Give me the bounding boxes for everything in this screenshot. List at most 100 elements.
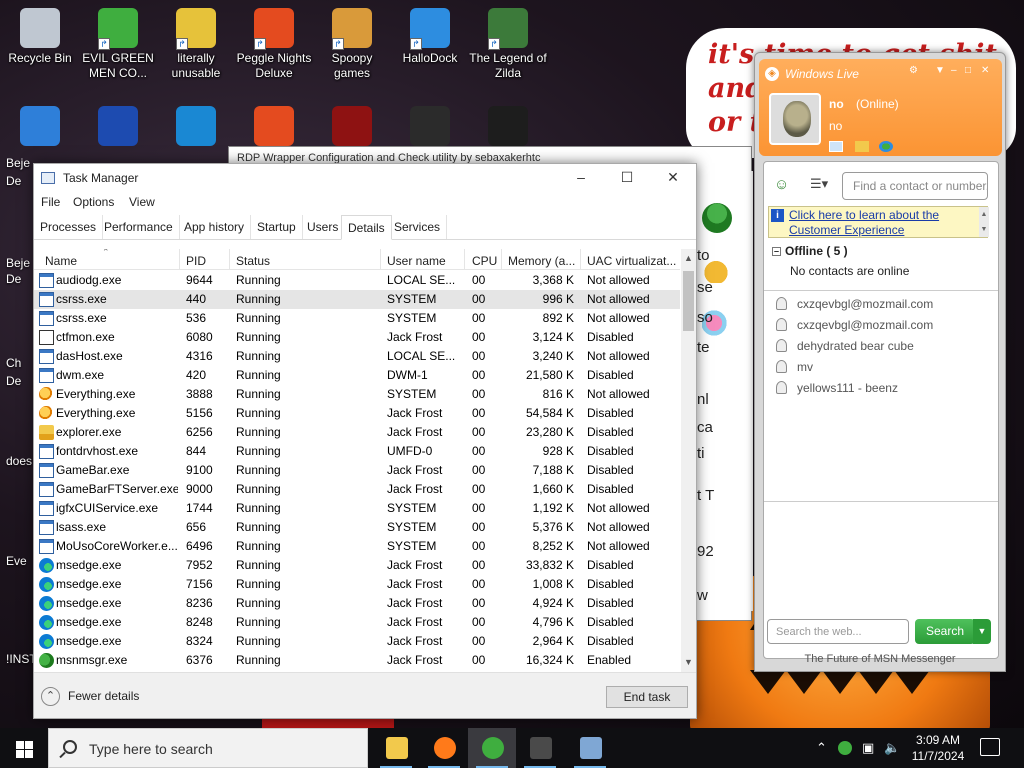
col-uac[interactable]: UAC virtualizat... [587, 254, 679, 268]
tab-processes[interactable]: Processes [34, 215, 104, 239]
table-row[interactable]: Everything.exe 3888 Running SYSTEM 00 816 K No… [34, 385, 680, 404]
close-button[interactable]: ✕ [981, 65, 989, 76]
col-pid[interactable]: PID [186, 254, 206, 268]
chevron-up-icon[interactable]: ⌃ [41, 687, 60, 706]
online-status[interactable]: (Online) [856, 97, 899, 111]
personal-message[interactable]: no [829, 119, 842, 133]
contact-item[interactable]: yellows111 - beenz [776, 381, 898, 395]
msn-messenger-window[interactable]: ◈ Windows Live ⚙ ▼ – □ ✕ no (Online) no … [754, 52, 1006, 672]
table-row[interactable]: audiodg.exe 9644 Running LOCAL SE... 00 3,368… [34, 271, 680, 290]
menu-file[interactable]: File [41, 195, 60, 209]
table-row[interactable]: msedge.exe 8324 Running Jack Frost 00 2,964 K… [34, 632, 680, 651]
table-row[interactable]: msedge.exe 7156 Running Jack Frost 00 1,008 K… [34, 575, 680, 594]
tab-performance[interactable]: Performance [98, 215, 180, 239]
volume-icon[interactable]: 🔈 [884, 740, 900, 756]
table-row[interactable]: GameBarFTServer.exe 9000 Running Jack Frost… [34, 480, 680, 499]
msn-today-icon[interactable] [879, 141, 893, 152]
minimize-button[interactable]: – [558, 164, 604, 191]
clock[interactable]: 3:09 AM 11/7/2024 [906, 732, 970, 764]
desktop-icon[interactable] [78, 106, 158, 149]
end-task-button[interactable]: End task [606, 686, 688, 708]
display-name[interactable]: no [829, 97, 844, 111]
menu-options[interactable]: Options [73, 195, 114, 209]
offline-group-header[interactable]: – Offline ( 5 ) [772, 244, 848, 258]
taskbar-app[interactable] [566, 728, 614, 768]
taskbar-app[interactable] [468, 728, 516, 768]
desktop-icon[interactable] [390, 106, 470, 149]
tab-details[interactable]: Details [341, 215, 392, 240]
collapse-icon[interactable]: – [772, 247, 781, 256]
desktop-icon[interactable]: ↱ HalloDock [390, 8, 470, 66]
mail-icon[interactable] [829, 141, 843, 152]
notification-icon[interactable] [980, 738, 1000, 756]
table-row[interactable]: ctfmon.exe 6080 Running Jack Frost 00 3,124 K… [34, 328, 680, 347]
scrollbar-thumb[interactable] [683, 271, 694, 331]
taskbar-app[interactable] [372, 728, 420, 768]
table-row[interactable]: dasHost.exe 4316 Running LOCAL SE... 00 3,240… [34, 347, 680, 366]
banner-scroll[interactable]: ▲ ▼ [979, 207, 989, 237]
table-row[interactable]: GameBar.exe 9100 Running Jack Frost 00 7,188 … [34, 461, 680, 480]
taskbar-app[interactable] [420, 728, 468, 768]
tab-app-history[interactable]: App history [178, 215, 252, 239]
tab-startup[interactable]: Startup [251, 215, 303, 239]
msn-tray-icon[interactable] [838, 741, 852, 755]
minimize-button[interactable]: – [951, 65, 957, 76]
desktop-icon[interactable]: ↱ EVIL GREEN MEN CO... [78, 8, 158, 81]
table-scrollbar[interactable]: ▲ ▼ [681, 249, 696, 673]
table-row[interactable]: csrss.exe 440 Running SYSTEM 00 996 K Not allo… [34, 290, 680, 309]
contact-item[interactable]: cxzqevbgl@mozmail.com [776, 297, 933, 311]
table-row[interactable]: fontdrvhost.exe 844 Running UMFD-0 00 928 K Di… [34, 442, 680, 461]
network-icon[interactable]: ▣ [862, 740, 874, 756]
search-dropdown-icon[interactable]: ▼ [973, 619, 991, 644]
tab-services[interactable]: Services [388, 215, 448, 239]
menu-view[interactable]: View [129, 195, 155, 209]
table-row[interactable]: msedge.exe 8236 Running Jack Frost 00 4,924 K… [34, 594, 680, 613]
desktop-icon[interactable]: ↱ Peggle Nights Deluxe [234, 8, 314, 81]
desktop-icon[interactable] [0, 106, 80, 149]
pin-icon[interactable]: ⚙ [909, 65, 918, 76]
desktop-icon[interactable]: ↱ literally unusable [156, 8, 236, 81]
scroll-up-arrow-icon[interactable]: ▲ [681, 251, 696, 266]
contact-item[interactable]: dehydrated bear cube [776, 339, 914, 353]
contact-item[interactable]: cxzqevbgl@mozmail.com [776, 318, 933, 332]
taskbar-app[interactable] [516, 728, 564, 768]
folder-icon[interactable] [855, 141, 869, 152]
col-status[interactable]: Status [236, 254, 270, 268]
table-row[interactable]: explorer.exe 6256 Running Jack Frost 00 23,28… [34, 423, 680, 442]
chevron-up-icon[interactable]: ⌃ [816, 740, 827, 756]
col-name[interactable]: Name [45, 254, 77, 268]
contact-item[interactable]: mv [776, 360, 813, 374]
task-manager-window[interactable]: Task Manager – ☐ ✕ File Options View Pro… [33, 163, 697, 719]
info-banner[interactable]: i Click here to learn about the Customer… [768, 206, 989, 238]
col-cpu[interactable]: CPU [472, 254, 497, 268]
table-row[interactable]: msnmsgr.exe 6376 Running Jack Frost 00 16,324… [34, 651, 680, 670]
dropdown-arrow-icon[interactable]: ▼ [935, 65, 945, 76]
table-row[interactable]: msedge.exe 7952 Running Jack Frost 00 33,832 … [34, 556, 680, 575]
table-row[interactable]: csrss.exe 536 Running SYSTEM 00 892 K Not allo… [34, 309, 680, 328]
table-row[interactable]: igfxCUIService.exe 1744 Running SYSTEM 00 1,1… [34, 499, 680, 518]
find-contact-input[interactable]: Find a contact or number... [842, 172, 988, 200]
desktop-icon[interactable] [312, 106, 392, 149]
msn-buddy-icon[interactable] [702, 203, 732, 233]
desktop-icon[interactable]: Recycle Bin [0, 8, 80, 66]
start-button[interactable] [0, 728, 48, 768]
col-memory[interactable]: Memory (a... [508, 254, 580, 268]
desktop-icon[interactable] [156, 106, 236, 149]
maximize-button[interactable]: ☐ [604, 164, 650, 191]
table-row[interactable]: lsass.exe 656 Running SYSTEM 00 5,376 K Not al… [34, 518, 680, 537]
desktop-icon[interactable] [234, 106, 314, 149]
view-options-icon[interactable]: ☰▾ [810, 176, 834, 194]
maximize-button[interactable]: □ [965, 65, 971, 76]
fewer-details-link[interactable]: Fewer details [68, 689, 139, 703]
search-button[interactable]: Search [915, 619, 975, 644]
customer-experience-link[interactable]: Click here to learn about the Customer E… [789, 208, 979, 238]
table-row[interactable]: msedge.exe 8248 Running Jack Frost 00 4,796 K… [34, 613, 680, 632]
desktop-icon[interactable] [468, 106, 548, 149]
taskbar-search[interactable]: Type here to search [48, 728, 368, 768]
desktop-icon[interactable]: ↱ The Legend of Zilda [468, 8, 548, 81]
scroll-down-arrow-icon[interactable]: ▼ [681, 655, 696, 670]
desktop-icon[interactable]: ↱ Spoopy games [312, 8, 392, 81]
tab-users[interactable]: Users [301, 215, 346, 239]
table-row[interactable]: dwm.exe 420 Running DWM-1 00 21,580 K Disabled [34, 366, 680, 385]
add-contact-icon[interactable]: ☺ [774, 176, 794, 194]
